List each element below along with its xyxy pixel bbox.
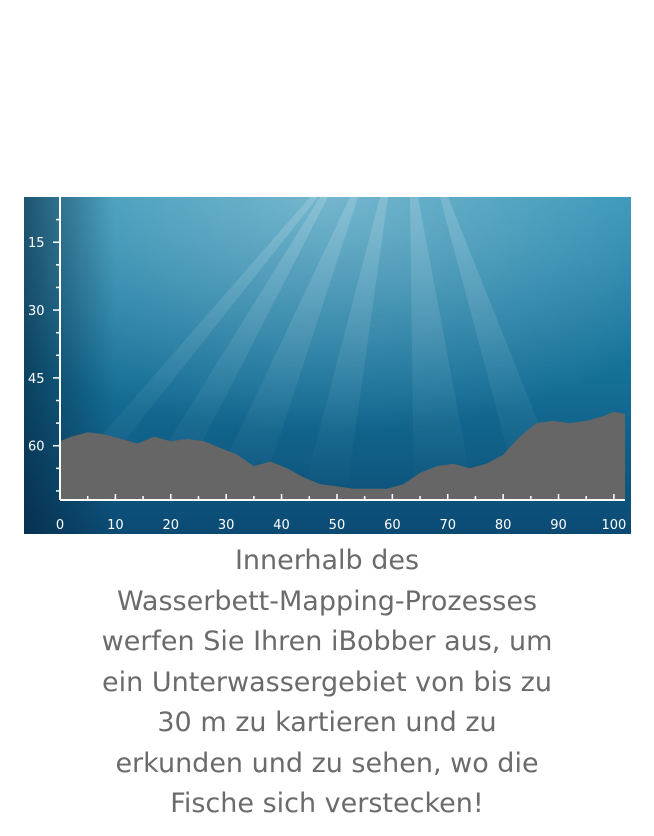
caption-text: Innerhalb des Wasserbett-Mapping-Prozess… xyxy=(20,541,634,825)
x-tick-label: 80 xyxy=(495,518,512,533)
caption-line: Wasserbett-Mapping-Prozesses xyxy=(116,585,538,617)
x-tick-label: 50 xyxy=(329,518,346,533)
caption-line: werfen Sie Ihren iBobber aus, um xyxy=(101,626,553,657)
x-tick-label: 60 xyxy=(384,518,401,533)
sonar-depth-chart: 15 30 45 60 0 10 20 30 40 50 60 70 80 90 100 xyxy=(24,197,631,534)
x-tick-label: 90 xyxy=(550,518,567,533)
x-tick-label: 10 xyxy=(107,518,124,533)
y-tick-label: 45 xyxy=(28,372,45,387)
y-tick-label: 60 xyxy=(28,440,45,455)
caption-line: ein Unterwassergebiet von bis zu xyxy=(102,666,552,698)
x-tick-label: 70 xyxy=(439,518,456,533)
caption-line: erkunden und zu sehen, wo die xyxy=(115,747,539,779)
page: 15 30 45 60 0 10 20 30 40 50 60 70 80 90 100 Innerhalb… xyxy=(0,0,654,836)
x-tick-label: 0 xyxy=(56,518,64,533)
x-tick-label: 40 xyxy=(273,518,290,533)
caption-line: 30 m zu kartieren und zu xyxy=(157,707,497,738)
x-tick-label: 100 xyxy=(602,518,627,533)
caption-line: Innerhalb des xyxy=(234,545,420,576)
x-tick-label: 20 xyxy=(163,518,180,533)
y-tick-label: 30 xyxy=(28,304,45,319)
caption-line: Fische sich verstecken! xyxy=(170,788,484,819)
chart-canvas: 15 30 45 60 0 10 20 30 40 50 60 70 80 90 100 xyxy=(24,197,631,534)
x-tick-label: 30 xyxy=(218,518,235,533)
y-tick-label: 15 xyxy=(28,236,45,251)
